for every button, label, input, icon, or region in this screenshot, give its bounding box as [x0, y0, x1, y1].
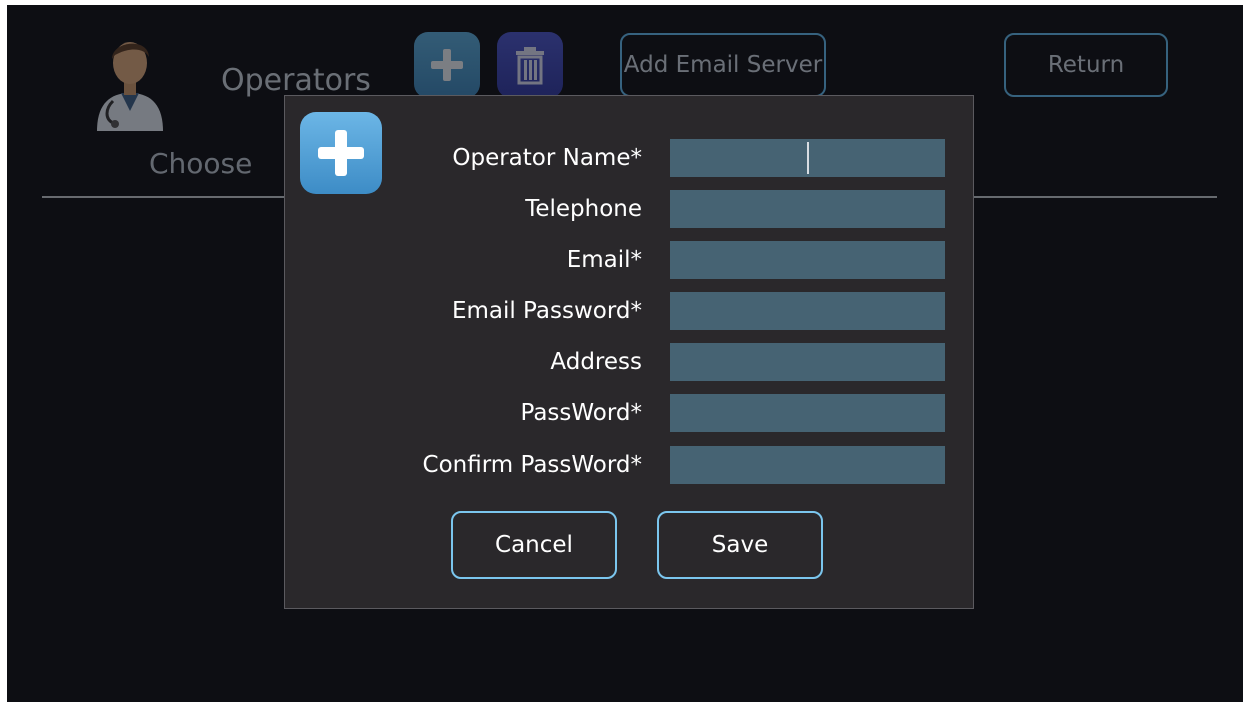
- delete-operator-button[interactable]: [497, 32, 563, 98]
- password-input[interactable]: [670, 394, 945, 432]
- choose-label: Choose: [149, 147, 253, 180]
- add-operator-dialog: Operator Name* Telephone Email* Email Pa…: [284, 95, 974, 609]
- telephone-input[interactable]: [670, 190, 945, 228]
- email-row: Email*: [285, 241, 973, 279]
- return-button[interactable]: Return: [1004, 33, 1168, 97]
- confirm-password-input[interactable]: [670, 446, 945, 484]
- address-row: Address: [285, 343, 973, 381]
- app-screen: Operators Add Email Server Return Choose: [7, 5, 1243, 702]
- email-password-input[interactable]: [670, 292, 945, 330]
- email-password-label: Email Password*: [451, 298, 642, 324]
- operator-name-row: Operator Name*: [285, 139, 973, 177]
- add-operator-button[interactable]: [414, 32, 480, 98]
- confirm-password-row: Confirm PassWord*: [285, 446, 973, 484]
- doctor-avatar-icon: [97, 42, 163, 131]
- email-label: Email*: [566, 247, 642, 273]
- password-label: PassWord*: [520, 400, 642, 426]
- address-label: Address: [550, 349, 642, 375]
- telephone-row: Telephone: [285, 190, 973, 228]
- password-row: PassWord*: [285, 394, 973, 432]
- plus-icon: [431, 49, 463, 81]
- trash-icon: [516, 47, 544, 85]
- confirm-password-label: Confirm PassWord*: [422, 452, 642, 478]
- text-cursor: [807, 142, 809, 174]
- telephone-label: Telephone: [525, 196, 642, 222]
- operator-name-label: Operator Name*: [452, 145, 642, 171]
- add-email-server-button[interactable]: Add Email Server: [620, 33, 826, 97]
- page-title: Operators: [221, 63, 371, 98]
- address-input[interactable]: [670, 343, 945, 381]
- save-button[interactable]: Save: [657, 511, 823, 579]
- email-password-row: Email Password*: [285, 292, 973, 330]
- email-input[interactable]: [670, 241, 945, 279]
- cancel-button[interactable]: Cancel: [451, 511, 617, 579]
